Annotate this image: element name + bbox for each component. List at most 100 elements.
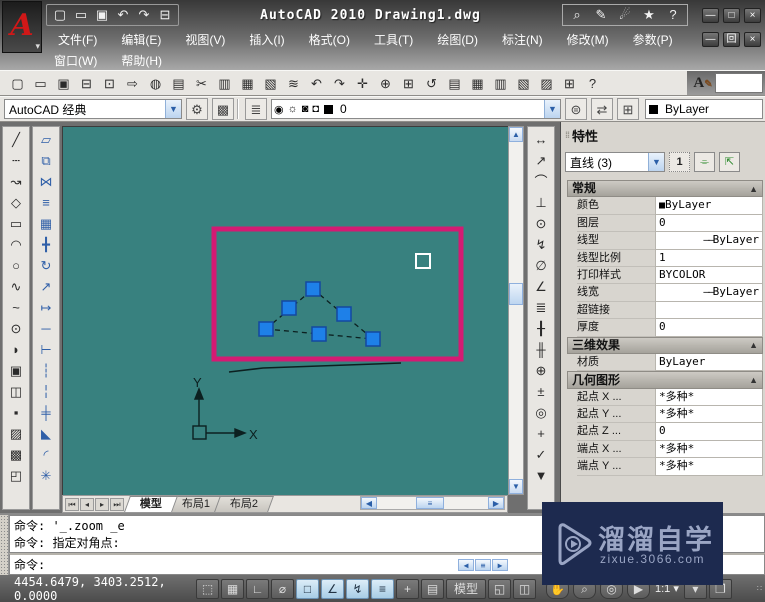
gradient-icon[interactable]: ▩ <box>6 444 27 464</box>
menu-item[interactable]: 文件(F) <box>46 29 109 50</box>
scroll-up-icon[interactable]: ▲ <box>509 127 523 142</box>
tolerance-icon[interactable]: ⊕ <box>531 360 552 380</box>
menu-item[interactable]: 绘图(D) <box>425 29 490 50</box>
zoom-realtime-icon[interactable]: ⊕ <box>375 73 396 93</box>
erase-icon[interactable]: ▱ <box>36 129 57 149</box>
polar-toggle[interactable]: ⌀ <box>271 578 294 599</box>
make-block-icon[interactable]: ◫ <box>6 381 27 401</box>
trim-icon[interactable]: ─ <box>36 318 57 338</box>
sheetset-manager-icon[interactable]: ▧ <box>513 73 534 93</box>
last-tab-button[interactable]: ⏭ <box>110 498 124 511</box>
color-combo[interactable]: ByLayer <box>645 99 763 119</box>
menu-item[interactable]: 参数(P) <box>621 29 685 50</box>
property-row[interactable]: 图层 0 <box>577 214 763 233</box>
workspace-combo[interactable]: AutoCAD 经典 ▼ <box>4 99 182 119</box>
style-input[interactable] <box>715 73 763 93</box>
line-icon[interactable]: ╱ <box>6 129 27 149</box>
lock-icon[interactable]: ◘ <box>312 103 319 115</box>
minimize-button[interactable]: — <box>702 7 719 23</box>
first-tab-button[interactable]: ⏮ <box>65 498 79 511</box>
workspace-settings-button[interactable]: ⚙ <box>186 98 208 120</box>
bulb-icon[interactable]: ◉ <box>274 103 284 116</box>
publish-icon[interactable]: ⇨ <box>122 73 143 93</box>
scroll-left-icon[interactable]: ◀ <box>458 558 474 571</box>
designcenter-icon[interactable]: ▦ <box>467 73 488 93</box>
layer-combo[interactable]: ◉ ☼ ◙ ◘ 0 ▼ <box>271 99 561 119</box>
menu-item[interactable]: 插入(I) <box>237 29 296 50</box>
rotate-icon[interactable]: ↻ <box>36 255 57 275</box>
doc-restore-button[interactable]: 回 <box>723 32 740 47</box>
point-icon[interactable]: ▪ <box>6 402 27 422</box>
scroll-right-icon[interactable]: ▶ <box>488 497 504 509</box>
canvas-vertical-scrollbar[interactable]: ▲ ▼ <box>508 126 524 495</box>
text-style-icon[interactable]: A <box>691 73 715 93</box>
linear-dimension-icon[interactable]: ↔ <box>531 129 552 149</box>
model-space-button[interactable]: 模型 <box>446 578 486 599</box>
join-icon[interactable]: ╪ <box>36 402 57 422</box>
tool-palettes-icon[interactable]: ▥ <box>490 73 511 93</box>
property-row[interactable]: 几何图形 ▲ <box>567 371 763 389</box>
layer-states-icon[interactable]: ⊞ <box>617 98 639 120</box>
copy-icon[interactable]: ⧉ <box>36 150 57 170</box>
property-row[interactable]: 端点 Y ... *多种* <box>577 458 763 476</box>
redo-icon[interactable]: ↷ <box>135 6 153 24</box>
app-logo-button[interactable]: A ▾ <box>2 1 42 53</box>
scroll-left-icon[interactable]: ◀ <box>361 497 377 509</box>
explode-icon[interactable]: ✳ <box>36 465 57 485</box>
menu-item[interactable]: 帮助(H) <box>109 50 174 71</box>
help-icon[interactable]: ? <box>664 6 682 24</box>
property-row[interactable]: 超链接 <box>577 301 763 320</box>
fillet-icon[interactable]: ◜ <box>36 444 57 464</box>
close-button[interactable]: × <box>744 7 761 23</box>
ellipse-arc-icon[interactable]: ◗ <box>6 339 27 359</box>
plot-icon[interactable]: ⊟ <box>156 6 174 24</box>
communication-center-icon[interactable]: ☄ <box>616 6 634 24</box>
dimension-text-edit-icon[interactable]: + <box>531 423 552 443</box>
doc-minimize-button[interactable]: — <box>702 32 719 47</box>
zoom-previous-icon[interactable]: ↺ <box>421 73 442 93</box>
undo-icon[interactable]: ↶ <box>114 6 132 24</box>
chamfer-icon[interactable]: ◣ <box>36 423 57 443</box>
dim-style-icon[interactable]: ▼ <box>531 465 552 485</box>
paste-block-icon[interactable]: ▧ <box>260 73 281 93</box>
open-file-icon[interactable]: ▭ <box>72 6 90 24</box>
property-row[interactable]: 打印样式 BYCOLOR <box>577 266 763 285</box>
chevron-down-icon[interactable]: ▼ <box>544 100 560 118</box>
menu-item[interactable]: 视图(V) <box>173 29 237 50</box>
prev-tab-button[interactable]: ◂ <box>80 498 94 511</box>
arc-length-icon[interactable]: ⌒ <box>531 171 552 191</box>
save-icon[interactable]: ▣ <box>93 6 111 24</box>
layout-tab[interactable]: 模型 <box>124 496 178 512</box>
scale-icon[interactable]: ↗ <box>36 276 57 296</box>
chevron-down-icon[interactable]: ▼ <box>165 100 181 118</box>
property-row[interactable]: 起点 Z ... 0 <box>577 423 763 441</box>
ortho-toggle[interactable]: ∟ <box>246 578 269 599</box>
drawing-canvas[interactable]: Y X <box>62 126 508 495</box>
collapse-arrow-icon[interactable]: ▲ <box>749 375 758 385</box>
layer-properties-manager-button[interactable]: ≣ <box>245 98 267 120</box>
insert-block-icon[interactable]: ▣ <box>6 360 27 380</box>
menu-item[interactable]: 格式(O) <box>297 29 362 50</box>
next-tab-button[interactable]: ▸ <box>95 498 109 511</box>
continue-icon[interactable]: ╫ <box>531 339 552 359</box>
spline-icon[interactable]: ~ <box>6 297 27 317</box>
print-preview-icon[interactable]: ⊡ <box>99 73 120 93</box>
menu-item[interactable]: 标注(N) <box>490 29 555 50</box>
baseline-icon[interactable]: ╂ <box>531 318 552 338</box>
quick-dimension-icon[interactable]: ≣ <box>531 297 552 317</box>
properties-icon[interactable]: ▤ <box>444 73 465 93</box>
snap-toggle[interactable]: ⬚ <box>196 578 219 599</box>
scroll-thumb[interactable] <box>509 283 523 305</box>
viewport-freeze-icon[interactable]: ◙ <box>302 103 309 115</box>
zoom-window-icon[interactable]: ⊞ <box>398 73 419 93</box>
osnap-toggle[interactable]: □ <box>296 578 319 599</box>
rectangle-icon[interactable]: ▭ <box>6 213 27 233</box>
markup-set-icon[interactable]: ▨ <box>536 73 557 93</box>
polyline-icon[interactable]: ↝ <box>6 171 27 191</box>
property-row[interactable]: 线型比例 1 <box>577 249 763 267</box>
property-row[interactable]: 起点 Y ... *多种* <box>577 406 763 424</box>
stretch-icon[interactable]: ↦ <box>36 297 57 317</box>
revcloud-icon[interactable]: ∿ <box>6 276 27 296</box>
ellipse-icon[interactable]: ⊙ <box>6 318 27 338</box>
paste-icon[interactable]: ▦ <box>237 73 258 93</box>
